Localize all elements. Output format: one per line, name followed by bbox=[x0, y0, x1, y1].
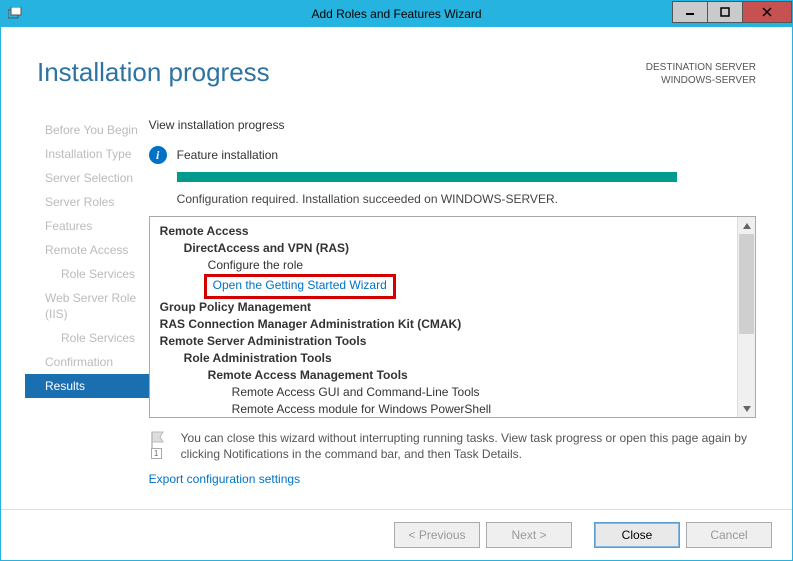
note-row: 1 You can close this wizard without inte… bbox=[149, 418, 756, 462]
window-controls bbox=[673, 1, 792, 27]
sidebar-item-features: Features bbox=[25, 214, 149, 238]
flag-icon: 1 bbox=[149, 430, 171, 462]
sidebar: Before You Begin Installation Type Serve… bbox=[1, 98, 149, 509]
sidebar-item-results[interactable]: Results bbox=[25, 374, 149, 398]
feature-configure-role: Configure the role bbox=[208, 257, 733, 274]
feature-list-box: Remote Access DirectAccess and VPN (RAS)… bbox=[149, 216, 756, 418]
sidebar-item-iis-role-services: Role Services bbox=[25, 326, 149, 350]
page-title: Installation progress bbox=[37, 57, 270, 88]
note-text: You can close this wizard without interr… bbox=[181, 430, 756, 462]
scroll-down-button[interactable] bbox=[738, 400, 755, 417]
progress-bar bbox=[177, 172, 677, 182]
destination-value: WINDOWS-SERVER bbox=[646, 74, 756, 87]
feature-group-policy-management: Group Policy Management bbox=[160, 299, 733, 316]
close-wizard-button[interactable]: Close bbox=[594, 522, 680, 548]
main-content: View installation progress i Feature ins… bbox=[149, 98, 792, 509]
close-button[interactable] bbox=[742, 1, 792, 23]
sidebar-item-remote-access: Remote Access bbox=[25, 238, 149, 262]
app-icon bbox=[7, 6, 23, 22]
sidebar-item-installation-type: Installation Type bbox=[25, 142, 149, 166]
feature-ra-powershell: Remote Access module for Windows PowerSh… bbox=[232, 401, 733, 417]
link-open-getting-started-wizard[interactable]: Open the Getting Started Wizard bbox=[213, 278, 387, 292]
sidebar-item-server-roles: Server Roles bbox=[25, 190, 149, 214]
cancel-button: Cancel bbox=[686, 522, 772, 548]
body: Before You Begin Installation Type Serve… bbox=[1, 98, 792, 509]
destination-server: DESTINATION SERVER WINDOWS-SERVER bbox=[646, 61, 756, 87]
scroll-track[interactable] bbox=[738, 234, 755, 400]
header: Installation progress DESTINATION SERVER… bbox=[1, 27, 792, 98]
feature-ras-cmak: RAS Connection Manager Administration Ki… bbox=[160, 316, 733, 333]
highlight-getting-started: Open the Getting Started Wizard bbox=[204, 274, 396, 299]
feature-role-admin-tools: Role Administration Tools bbox=[184, 350, 733, 367]
next-button: Next > bbox=[486, 522, 572, 548]
sidebar-item-ra-role-services: Role Services bbox=[25, 262, 149, 286]
feature-directaccess-vpn: DirectAccess and VPN (RAS) bbox=[184, 240, 733, 257]
feature-ra-gui-cli: Remote Access GUI and Command-Line Tools bbox=[232, 384, 733, 401]
feature-remote-access: Remote Access bbox=[160, 223, 733, 240]
scrollbar[interactable] bbox=[737, 217, 755, 417]
maximize-button[interactable] bbox=[707, 1, 743, 23]
sidebar-item-web-server-role: Web Server Role (IIS) bbox=[25, 286, 149, 326]
titlebar: Add Roles and Features Wizard bbox=[1, 1, 792, 27]
scroll-up-button[interactable] bbox=[738, 217, 755, 234]
feature-rsat: Remote Server Administration Tools bbox=[160, 333, 733, 350]
previous-button: < Previous bbox=[394, 522, 480, 548]
info-icon: i bbox=[149, 146, 167, 164]
status-row: i Feature installation bbox=[149, 146, 756, 164]
view-label: View installation progress bbox=[149, 118, 756, 132]
minimize-button[interactable] bbox=[672, 1, 708, 23]
status-text: Configuration required. Installation suc… bbox=[177, 192, 756, 206]
sidebar-item-confirmation: Confirmation bbox=[25, 350, 149, 374]
sidebar-item-server-selection: Server Selection bbox=[25, 166, 149, 190]
feature-remote-access-mgmt-tools: Remote Access Management Tools bbox=[208, 367, 733, 384]
destination-label: DESTINATION SERVER bbox=[646, 61, 756, 74]
feature-list: Remote Access DirectAccess and VPN (RAS)… bbox=[150, 217, 737, 417]
wizard-window: Add Roles and Features Wizard Installati… bbox=[0, 0, 793, 561]
footer: < Previous Next > Close Cancel bbox=[1, 509, 792, 560]
sidebar-item-before-you-begin: Before You Begin bbox=[25, 118, 149, 142]
status-heading: Feature installation bbox=[177, 148, 278, 162]
export-settings-link[interactable]: Export configuration settings bbox=[149, 472, 300, 486]
scroll-thumb[interactable] bbox=[739, 234, 754, 334]
